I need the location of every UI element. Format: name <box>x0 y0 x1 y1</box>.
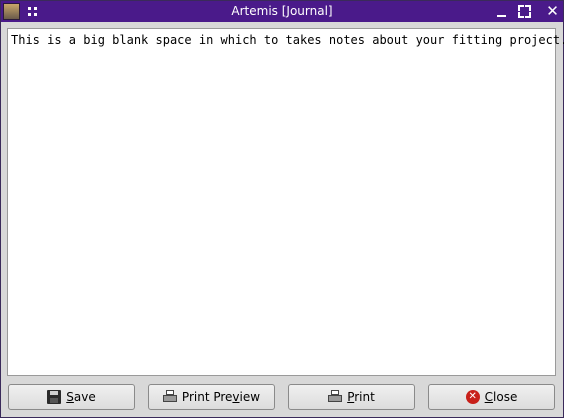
journal-text-area[interactable]: This is a big blank space in which to ta… <box>7 28 564 376</box>
printer-icon <box>328 390 343 404</box>
journal-window: Artemis [Journal] ✕ This is a big blank … <box>0 0 564 418</box>
print-preview-button-label: Print Preview <box>181 390 261 404</box>
title-bar[interactable]: Artemis [Journal] ✕ <box>1 1 563 22</box>
close-circle-icon: ✕ <box>465 390 480 404</box>
window-title: Artemis [Journal] <box>231 4 333 18</box>
close-window-icon[interactable]: ✕ <box>546 4 559 19</box>
printer-icon <box>162 390 177 404</box>
print-button-label: Print <box>347 390 375 404</box>
save-button[interactable]: Save <box>8 384 135 410</box>
close-button-label: Close <box>484 390 518 404</box>
floppy-disk-icon <box>47 390 62 404</box>
print-preview-button[interactable]: Print Preview <box>148 384 275 410</box>
journal-text: This is a big blank space in which to ta… <box>11 33 564 47</box>
close-button[interactable]: ✕ Close <box>428 384 555 410</box>
save-button-label: Save <box>66 390 96 404</box>
maximize-icon[interactable] <box>518 5 531 18</box>
print-button[interactable]: Print <box>288 384 415 410</box>
minimize-icon[interactable] <box>495 5 508 18</box>
